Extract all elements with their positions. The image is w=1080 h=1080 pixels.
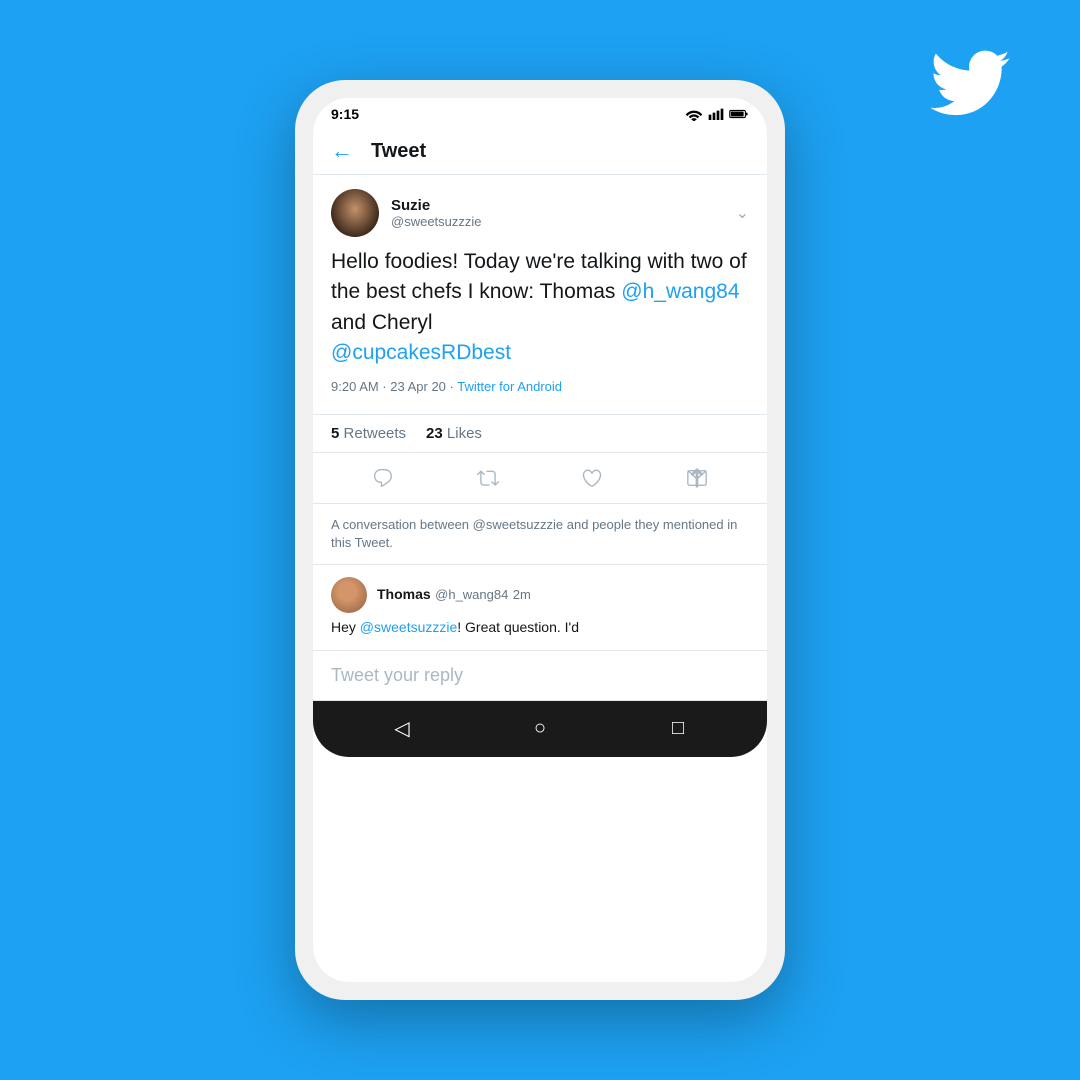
phone-screen: 9:15 [313, 98, 767, 982]
conversation-note: A conversation between @sweetsuzzzie and… [313, 504, 767, 565]
like-count[interactable]: 23 Likes [426, 425, 482, 442]
mail-icon [686, 467, 708, 489]
nav-recents-button[interactable]: □ [658, 713, 698, 745]
reply-time: 2m [513, 587, 531, 602]
tweet-author-row: Suzie @sweetsuzzzie ⌄ [331, 189, 749, 237]
like-button[interactable] [573, 459, 611, 497]
reply-author-handle: @h_wang84 [435, 587, 508, 602]
action-bar [313, 453, 767, 504]
reply-icon [372, 467, 394, 489]
signal-icon [708, 107, 724, 121]
tweet-text-part2: and Cheryl [331, 311, 433, 334]
tweet-mention1[interactable]: @h_wang84 [621, 280, 739, 303]
reply-author-row: Thomas @h_wang84 2m [331, 577, 749, 613]
status-bar: 9:15 [313, 98, 767, 128]
tweet-timestamp: 9:20 AM · 23 Apr 20 · [331, 379, 457, 394]
retweet-button[interactable] [469, 459, 507, 497]
dm-button[interactable] [678, 459, 716, 497]
reply-author-info: Thomas @h_wang84 2m [377, 586, 531, 604]
reply-avatar[interactable] [331, 577, 367, 613]
twitter-bird-logo [930, 50, 1010, 116]
tweet-container: Suzie @sweetsuzzzie ⌄ Hello foodies! Tod… [313, 175, 767, 415]
reply-button[interactable] [364, 459, 402, 497]
tweet-meta: 9:20 AM · 23 Apr 20 · Twitter for Androi… [331, 379, 749, 394]
bottom-nav: ◁ ○ □ [313, 701, 767, 757]
status-time: 9:15 [331, 106, 359, 122]
page-title: Tweet [371, 140, 426, 163]
reply-text-part2: ! Great question. I'd [457, 619, 579, 635]
tweet-mention2[interactable]: @cupcakesRDbest [331, 341, 511, 364]
tweet-counts: 5 Retweets 23 Likes [313, 415, 767, 453]
reply-input-area[interactable]: Tweet your reply [313, 651, 767, 701]
author-handle: @sweetsuzzzie [391, 214, 736, 229]
reply-author-name: Thomas [377, 586, 431, 602]
reply-mention[interactable]: @sweetsuzzzie [360, 619, 457, 635]
phone-frame: 9:15 [295, 80, 785, 1000]
conversation-note-text: A conversation between @sweetsuzzzie and… [331, 517, 737, 550]
avatar[interactable] [331, 189, 379, 237]
reply-item: Thomas @h_wang84 2m Hey @sweetsuzzzie! G… [313, 565, 767, 651]
tweet-source[interactable]: Twitter for Android [457, 379, 562, 394]
tweet-body: Hello foodies! Today we're talking with … [331, 247, 749, 369]
nav-home-button[interactable]: ○ [520, 713, 560, 745]
heart-icon [581, 467, 603, 489]
retweet-count[interactable]: 5 Retweets [331, 425, 406, 442]
reply-body: Hey @sweetsuzzzie! Great question. I'd [331, 618, 749, 638]
app-header: ← Tweet [313, 128, 767, 175]
wifi-icon [685, 107, 703, 121]
reply-placeholder: Tweet your reply [331, 665, 463, 685]
retweet-icon [477, 467, 499, 489]
author-name: Suzie [391, 197, 736, 214]
nav-back-button[interactable]: ◁ [382, 713, 422, 745]
battery-icon [729, 108, 749, 120]
author-info: Suzie @sweetsuzzzie [391, 197, 736, 229]
reply-text-part1: Hey [331, 619, 360, 635]
chevron-down-icon[interactable]: ⌄ [736, 203, 749, 223]
back-button[interactable]: ← [331, 138, 353, 164]
status-icons [685, 107, 749, 121]
